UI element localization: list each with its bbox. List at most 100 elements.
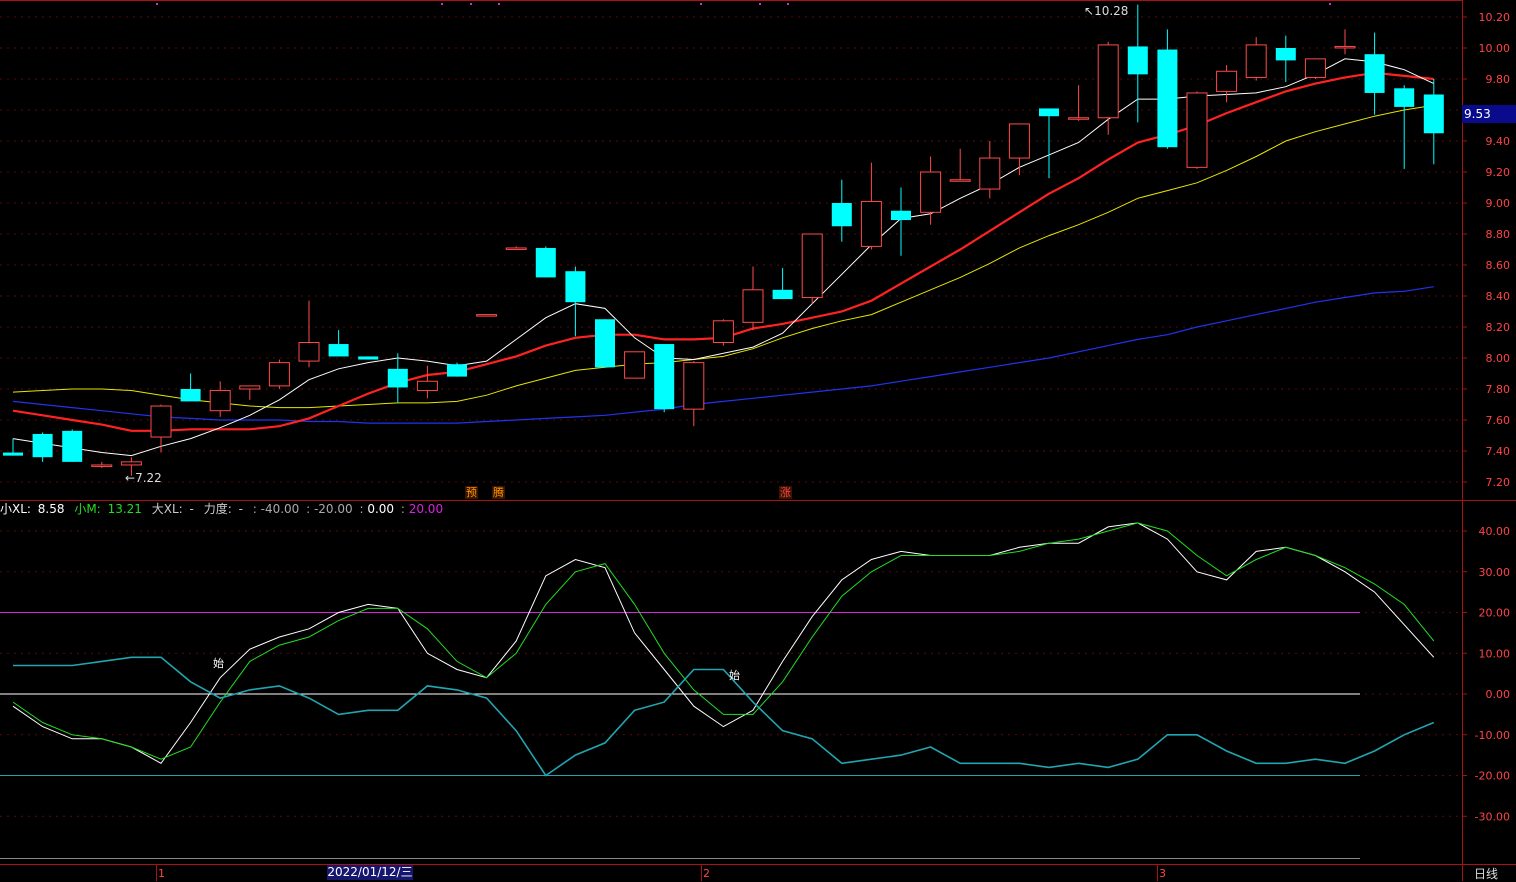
indicator-series-line xyxy=(12,522,1435,760)
xl-label: 小XL: 8.58 xyxy=(0,502,65,516)
candle-body xyxy=(1097,44,1119,119)
indicator-axis-ticks: 40.00 30.00 20.00 10.00 0.00 -10.00 -20.00 -30.… xyxy=(1462,525,1510,823)
badge-teng[interactable]: 腾 xyxy=(492,486,505,499)
candle-body xyxy=(1157,49,1178,148)
candle-body xyxy=(565,271,586,303)
candle xyxy=(1186,91,1208,169)
candle xyxy=(1304,58,1326,79)
candle-body xyxy=(209,390,231,412)
current-price-label: 9.53 xyxy=(1462,105,1516,123)
start-signal-1: 始 xyxy=(213,656,224,670)
price-tick-label: 9.40 xyxy=(1486,135,1511,148)
candle-body xyxy=(831,203,852,227)
candle xyxy=(1039,108,1059,179)
candle xyxy=(683,361,705,427)
candle-body xyxy=(180,389,201,402)
candle-body xyxy=(1275,48,1296,61)
candle-body xyxy=(979,157,1001,190)
ma10-line xyxy=(12,71,1434,432)
indicator-series-line xyxy=(12,522,1435,764)
candle xyxy=(387,353,408,403)
candle-body xyxy=(3,452,23,456)
candle-body xyxy=(1008,123,1030,159)
candlestick-series[interactable] xyxy=(3,4,1444,476)
candle-body xyxy=(150,405,172,438)
price-tick-label: 8.80 xyxy=(1486,228,1511,241)
candle xyxy=(565,266,586,337)
candle-body xyxy=(416,380,438,392)
top-markers xyxy=(156,3,1331,5)
candle-body xyxy=(772,289,793,300)
time-mark-1: 1 xyxy=(158,867,165,880)
indicator-series-line xyxy=(13,656,1435,777)
price-grid xyxy=(0,16,1462,483)
candle-body xyxy=(1068,117,1090,120)
candle-body xyxy=(742,289,764,323)
candle-body xyxy=(535,247,556,278)
candle xyxy=(1097,41,1119,135)
candle xyxy=(268,359,290,389)
candle xyxy=(1157,29,1178,149)
candle xyxy=(91,461,113,469)
candle xyxy=(1216,65,1238,103)
start-signal-2: 始 xyxy=(729,668,740,682)
badge-zhang[interactable]: 涨 xyxy=(779,486,792,499)
candle xyxy=(595,319,615,368)
candle xyxy=(505,246,527,250)
price-tick-label: 8.40 xyxy=(1486,290,1511,303)
candle xyxy=(209,381,231,417)
candle-body xyxy=(1364,54,1385,93)
indicator-tick-label: 30.00 xyxy=(1479,566,1511,579)
price-tick-label: 9.00 xyxy=(1486,197,1511,210)
candle-body xyxy=(505,247,527,250)
price-tick-label: 7.40 xyxy=(1486,445,1511,458)
candle-body xyxy=(1304,58,1326,78)
candle xyxy=(1245,37,1267,81)
candle xyxy=(298,300,320,368)
high-price-annotation: ↖10.28 xyxy=(1084,4,1128,18)
candle-body xyxy=(62,430,83,462)
candle xyxy=(239,385,261,400)
candle xyxy=(535,246,556,278)
candle-body xyxy=(1394,88,1415,107)
candle xyxy=(1275,35,1296,83)
candle-body xyxy=(1245,44,1267,78)
price-tick-label: 8.20 xyxy=(1486,321,1511,334)
ma20-line xyxy=(12,104,1434,409)
power-label: 力度: - xyxy=(203,502,243,516)
time-mark-2: 2 xyxy=(703,867,710,880)
candle-body xyxy=(1334,45,1356,49)
candle-body xyxy=(712,320,734,343)
candle-body xyxy=(447,364,467,377)
indicator-tick-label: -20.00 xyxy=(1475,770,1510,783)
candle-body xyxy=(298,342,320,362)
chart-canvas[interactable]: 10.2010.009.809.609.409.209.008.808.608.… xyxy=(0,0,1516,881)
indicator-header: 小XL: 8.58 小M: 13.21 大XL: - 力度: - : -40.0… xyxy=(0,501,449,517)
indicator-lines xyxy=(12,522,1435,777)
candle-body xyxy=(654,344,675,410)
candle-body xyxy=(860,200,882,247)
price-tick-label: 7.60 xyxy=(1486,414,1511,427)
candle xyxy=(1364,32,1385,115)
price-tick-label: 9.80 xyxy=(1486,73,1511,86)
candle-body xyxy=(239,385,261,390)
big-xl-label: 大XL: - xyxy=(151,502,194,516)
candle-body xyxy=(1039,108,1059,117)
time-mark-3: 3 xyxy=(1159,867,1166,880)
candle xyxy=(1334,29,1356,55)
price-tick-label: 10.20 xyxy=(1479,11,1511,24)
indicator-tick-label: -10.00 xyxy=(1475,729,1510,742)
indicator-tick-label: -30.00 xyxy=(1475,810,1510,823)
indicator-tick-label: 40.00 xyxy=(1479,525,1511,538)
period-label[interactable]: 日线 xyxy=(1474,865,1498,882)
low-price-annotation: ←7.22 xyxy=(125,471,162,485)
candle xyxy=(3,438,23,456)
candle-body xyxy=(268,362,290,387)
indicator-tick-label: 0.00 xyxy=(1486,688,1511,701)
candle xyxy=(328,330,349,357)
candle-body xyxy=(91,464,113,467)
badge-yu[interactable]: 预 xyxy=(465,486,478,499)
candle xyxy=(1068,85,1090,121)
candle xyxy=(772,268,793,300)
candle-body xyxy=(1216,70,1238,92)
